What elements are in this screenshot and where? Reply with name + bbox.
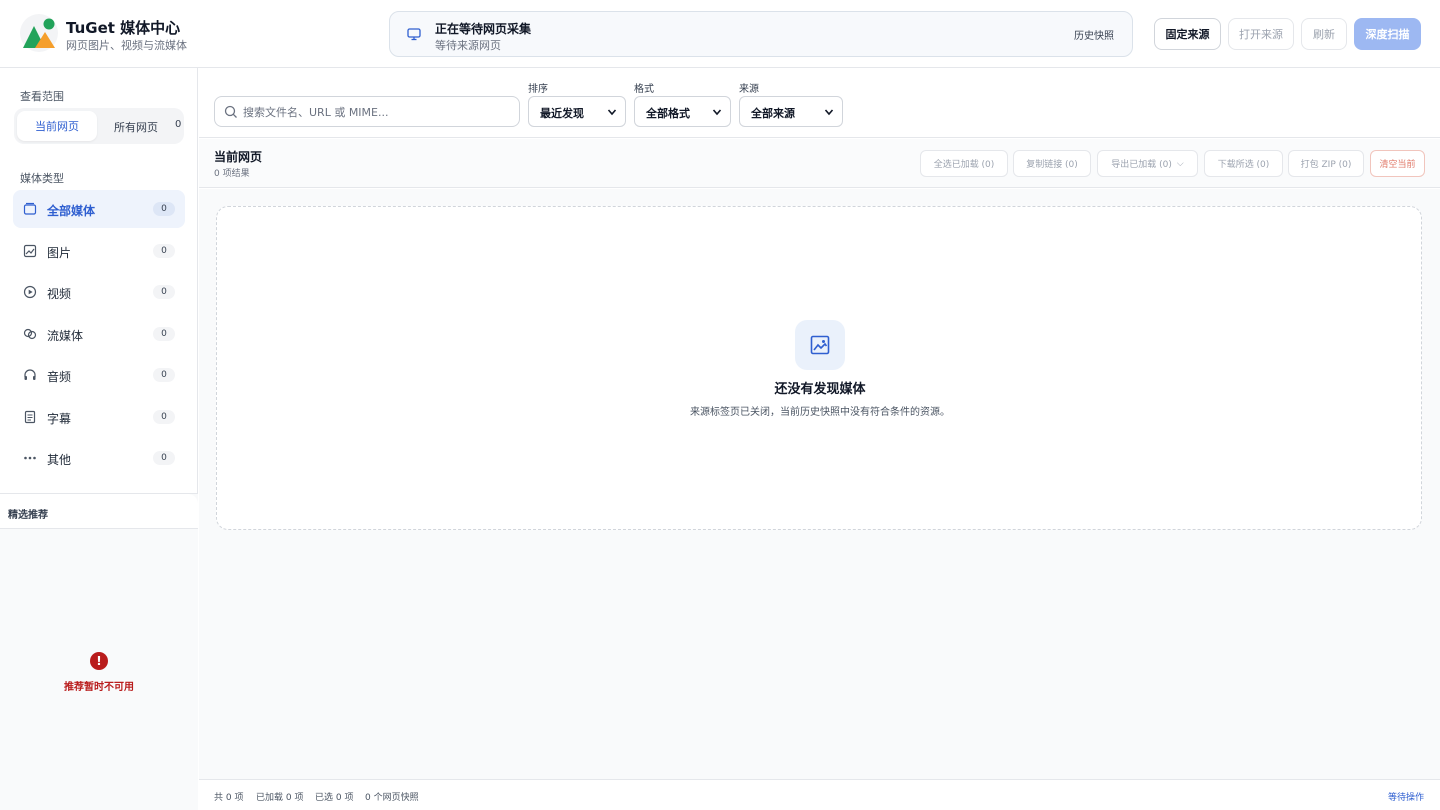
subtitle-doc-icon — [24, 410, 36, 424]
capture-status-panel: 正在等待网页采集 等待来源网页 历史快照 — [389, 11, 1133, 57]
format-select-value: 全部格式 — [646, 107, 690, 120]
media-type-label: 图片 — [47, 246, 72, 260]
deep-scan-button[interactable]: 深度扫描 — [1354, 18, 1421, 50]
app-logo-icon — [20, 14, 58, 52]
download-selected-button[interactable]: 下载所选 (0) — [1204, 150, 1283, 177]
open-source-button[interactable]: 打开来源 — [1228, 18, 1294, 50]
media-type-videos[interactable]: 视频 0 — [13, 273, 185, 311]
media-type-audio[interactable]: 音频 0 — [13, 356, 185, 394]
export-loaded-label: 导出已加载 (0) — [1111, 160, 1172, 170]
featured-panel: 精选推荐 ! 推荐暂时不可用 — [0, 493, 198, 810]
play-circle-icon — [23, 285, 37, 299]
empty-state-title: 还没有发现媒体 — [774, 382, 866, 397]
source-select-value: 全部来源 — [751, 107, 795, 120]
more-dots-icon — [24, 456, 36, 460]
scope-label: 查看范围 — [20, 90, 64, 103]
footer-snapshots: 0 个网页快照 — [365, 793, 419, 803]
error-icon: ! — [90, 652, 108, 670]
media-type-label: 音频 — [47, 370, 72, 384]
source-label: 来源 — [739, 84, 759, 95]
image-icon — [23, 244, 37, 258]
source-select[interactable]: 全部来源 — [739, 96, 843, 127]
scope-current-page-tab[interactable]: 当前网页 — [17, 111, 97, 141]
media-type-label: 流媒体 — [47, 329, 84, 343]
scope-all-count: 0 — [175, 119, 182, 130]
media-type-streams[interactable]: 流媒体 0 — [13, 315, 185, 353]
media-type-count: 0 — [153, 244, 175, 258]
footer-selected: 已选 0 项 — [315, 793, 354, 803]
media-type-label: 视频 — [47, 287, 72, 301]
filter-bar: 排序 最近发现 格式 全部格式 来源 全部来源 — [199, 69, 1440, 138]
sidebar: 查看范围 当前网页 所有网页 0 媒体类型 全部媒体 0 图片 0 视频 0 流… — [0, 68, 198, 810]
featured-title: 精选推荐 — [8, 510, 48, 521]
results-toolbar: 当前网页 0 项结果 全选已加载 (0) 复制链接 (0) 导出已加载 (0) … — [199, 139, 1440, 188]
export-loaded-button[interactable]: 导出已加载 (0) ⌵ — [1097, 150, 1198, 177]
search-box — [214, 96, 520, 127]
status-title: 正在等待网页采集 — [435, 22, 532, 36]
media-type-label: 全部媒体 — [47, 204, 96, 218]
chevron-down-icon — [824, 109, 834, 116]
media-type-label: 字幕 — [47, 412, 72, 426]
stream-icon — [23, 328, 37, 340]
media-type-count: 0 — [153, 327, 175, 341]
fix-source-button[interactable]: 固定来源 — [1154, 18, 1221, 50]
media-type-label: 其他 — [47, 453, 72, 467]
app-subtitle: 网页图片、视频与流媒体 — [66, 39, 187, 52]
app-title: TuGet 媒体中心 — [66, 19, 181, 37]
chevron-down-icon — [712, 109, 722, 116]
media-type-count: 0 — [153, 202, 175, 216]
chevron-down-icon: ⌵ — [1176, 158, 1184, 169]
search-icon — [224, 105, 237, 118]
sort-select[interactable]: 最近发现 — [528, 96, 626, 127]
footer-total: 共 0 项 — [214, 793, 244, 803]
image-icon — [810, 335, 830, 355]
scope-toggle: 当前网页 所有网页 0 — [14, 108, 184, 144]
media-type-other[interactable]: 其他 0 — [13, 439, 185, 477]
status-footer: 共 0 项 已加载 0 项 已选 0 项 0 个网页快照 等待操作 — [199, 779, 1440, 810]
sort-select-value: 最近发现 — [540, 107, 584, 120]
monitor-icon — [407, 28, 421, 41]
media-type-count: 0 — [153, 368, 175, 382]
chevron-down-icon — [607, 109, 617, 116]
media-type-count: 0 — [153, 410, 175, 424]
sort-label: 排序 — [528, 84, 548, 95]
top-header: TuGet 媒体中心 网页图片、视频与流媒体 正在等待网页采集 等待来源网页 历… — [0, 0, 1440, 68]
empty-icon-box — [795, 320, 845, 370]
footer-loaded: 已加载 0 项 — [256, 793, 304, 803]
featured-error-message: 推荐暂时不可用 — [64, 682, 134, 693]
empty-state-card: 还没有发现媒体 来源标签页已关闭，当前历史快照中没有符合条件的资源。 — [216, 206, 1422, 530]
clear-current-button[interactable]: 清空当前 — [1370, 150, 1425, 177]
refresh-button[interactable]: 刷新 — [1301, 18, 1347, 50]
select-loaded-button[interactable]: 全选已加载 (0) — [920, 150, 1008, 177]
pack-zip-button[interactable]: 打包 ZIP (0) — [1288, 150, 1364, 177]
media-type-all[interactable]: 全部媒体 0 — [13, 190, 185, 228]
results-count: 0 项结果 — [214, 169, 250, 179]
media-type-count: 0 — [153, 285, 175, 299]
empty-state-description: 来源标签页已关闭，当前历史快照中没有符合条件的资源。 — [690, 407, 950, 418]
format-label: 格式 — [634, 84, 654, 95]
featured-header: 精选推荐 — [0, 494, 198, 529]
headphones-icon — [24, 369, 36, 380]
search-input[interactable] — [243, 101, 513, 123]
footer-status: 等待操作 — [1387, 793, 1424, 803]
media-type-subtitles[interactable]: 字幕 0 — [13, 398, 185, 436]
history-snapshot-link[interactable]: 历史快照 — [1074, 27, 1114, 42]
media-type-label: 媒体类型 — [20, 172, 64, 185]
media-content-area: 还没有发现媒体 来源标签页已关闭，当前历史快照中没有符合条件的资源。 — [199, 189, 1440, 779]
format-select[interactable]: 全部格式 — [634, 96, 731, 127]
scope-all-pages-tab[interactable]: 所有网页 — [114, 119, 158, 135]
media-type-count: 0 — [153, 451, 175, 465]
copy-links-button[interactable]: 复制链接 (0) — [1013, 150, 1091, 177]
all-media-icon — [23, 202, 37, 215]
media-type-images[interactable]: 图片 0 — [13, 232, 185, 270]
results-title: 当前网页 — [214, 150, 263, 164]
status-subtitle: 等待来源网页 — [435, 39, 501, 52]
